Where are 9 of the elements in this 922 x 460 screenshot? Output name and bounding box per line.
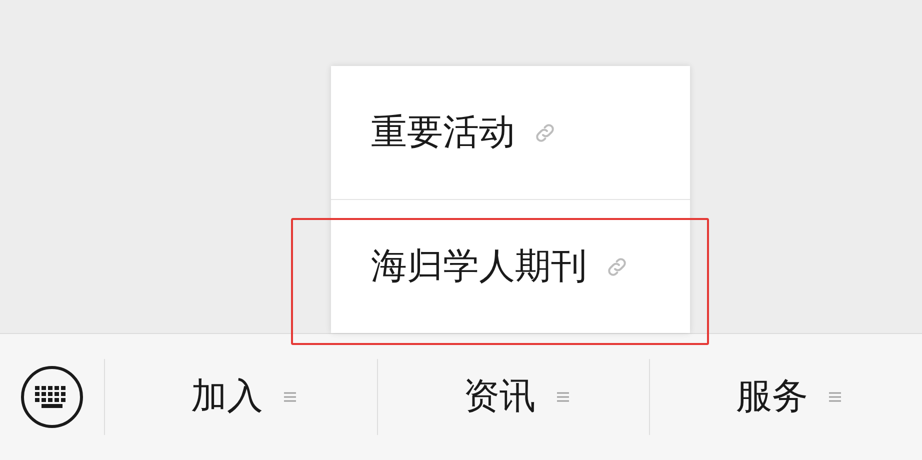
menu-tab[interactable]: 资讯 [458,370,570,424]
menu-item[interactable]: 重要活动 [371,106,557,160]
menu-lines-icon [282,390,297,404]
menu-tab[interactable]: 加入 [184,370,297,424]
menu-lines-icon [828,390,842,404]
menu-lines-icon [556,390,570,404]
menu-item[interactable]: 海归学人期刊 [371,240,629,294]
keyboard-icon[interactable] [20,365,84,429]
menu-tab[interactable]: 服务 [730,370,842,424]
